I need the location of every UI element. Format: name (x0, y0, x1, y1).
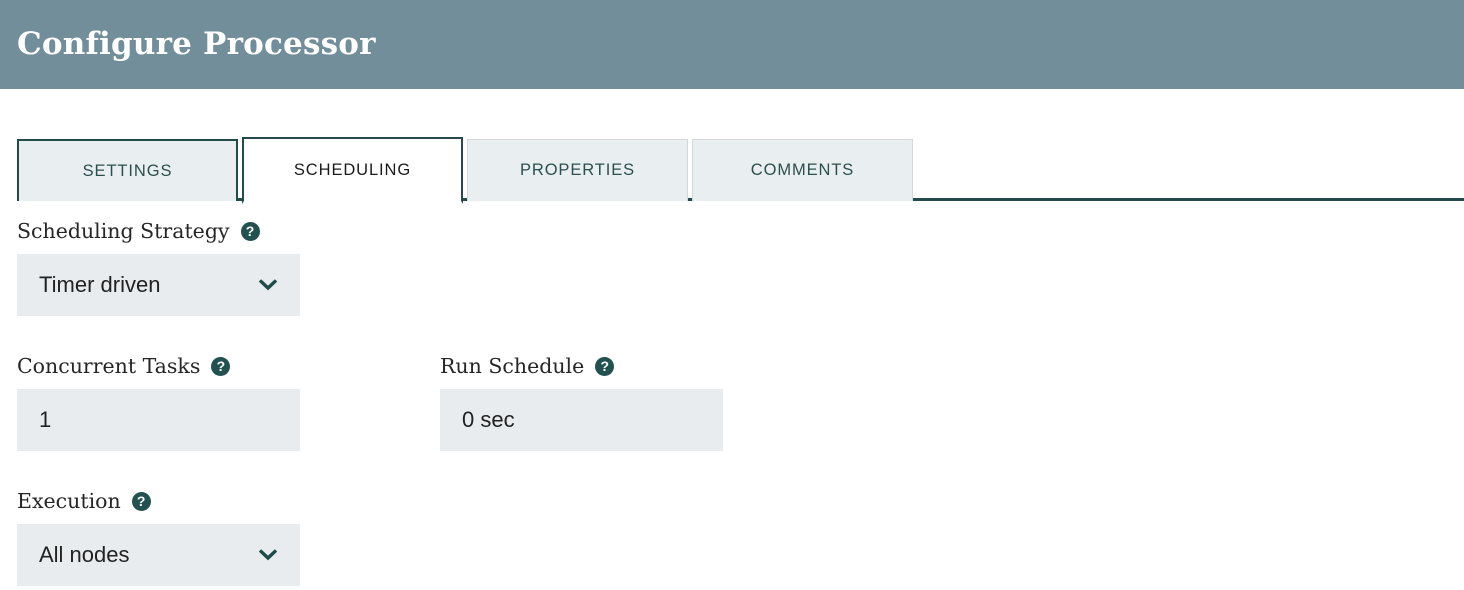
tab-properties-label: PROPERTIES (519, 161, 636, 179)
execution-select[interactable]: All nodes (17, 524, 300, 586)
help-icon-glyph: ? (136, 492, 146, 509)
tab-scheduling-label: SCHEDULING (293, 160, 412, 179)
tab-settings-label: SETTINGS (82, 161, 173, 180)
scheduling-form: Scheduling Strategy ? Timer driven Concu… (0, 201, 1464, 586)
scheduling-strategy-select[interactable]: Timer driven (17, 254, 300, 316)
help-icon-glyph: ? (245, 222, 255, 239)
chevron-down-icon (258, 275, 278, 295)
tab-settings[interactable]: SETTINGS (17, 139, 238, 201)
concurrent-tasks-label-group: Concurrent Tasks ? (17, 354, 300, 378)
run-schedule-value: 0 sec (462, 407, 515, 432)
concurrent-tasks-value: 1 (39, 407, 52, 432)
execution-label: Execution (17, 488, 121, 513)
help-icon-glyph: ? (216, 357, 226, 374)
concurrent-tasks-label: Concurrent Tasks (17, 353, 201, 378)
execution-value: All nodes (39, 542, 130, 567)
run-schedule-label: Run Schedule (440, 353, 585, 378)
help-icon[interactable]: ? (211, 356, 231, 376)
help-icon[interactable]: ? (131, 491, 151, 511)
tab-scheduling[interactable]: SCHEDULING (242, 137, 463, 204)
run-schedule-label-group: Run Schedule ? (440, 354, 723, 378)
row-spacer (17, 451, 1464, 489)
form-row-execution: Execution ? All nodes (17, 489, 1464, 586)
execution-label-group: Execution ? (17, 489, 300, 513)
row-spacer (17, 316, 1464, 354)
help-icon-glyph: ? (600, 357, 610, 374)
dialog-header: Configure Processor (0, 0, 1464, 89)
run-schedule-input[interactable]: 0 sec (440, 389, 723, 451)
scheduling-strategy-label: Scheduling Strategy (17, 218, 230, 243)
form-row-scheduling-strategy: Scheduling Strategy ? Timer driven (17, 219, 1464, 316)
scheduling-strategy-label-group: Scheduling Strategy ? (17, 219, 300, 243)
form-row-tasks-schedule: Concurrent Tasks ? 1 Run Schedule ? 0 se… (17, 354, 1464, 451)
field-run-schedule: Run Schedule ? 0 sec (440, 354, 723, 451)
field-execution: Execution ? All nodes (17, 489, 300, 586)
field-scheduling-strategy: Scheduling Strategy ? Timer driven (17, 219, 300, 316)
tab-bar: SETTINGS SCHEDULING PROPERTIES COMMENTS (0, 131, 1464, 204)
concurrent-tasks-input[interactable]: 1 (17, 389, 300, 451)
page-title: Configure Processor (17, 26, 376, 62)
tab-comments[interactable]: COMMENTS (692, 139, 913, 201)
tab-comments-label: COMMENTS (750, 161, 855, 179)
chevron-down-icon (258, 545, 278, 565)
field-concurrent-tasks: Concurrent Tasks ? 1 (17, 354, 300, 451)
scheduling-strategy-value: Timer driven (39, 272, 161, 297)
help-icon[interactable]: ? (595, 356, 615, 376)
help-icon[interactable]: ? (240, 221, 260, 241)
tab-properties[interactable]: PROPERTIES (467, 139, 688, 201)
